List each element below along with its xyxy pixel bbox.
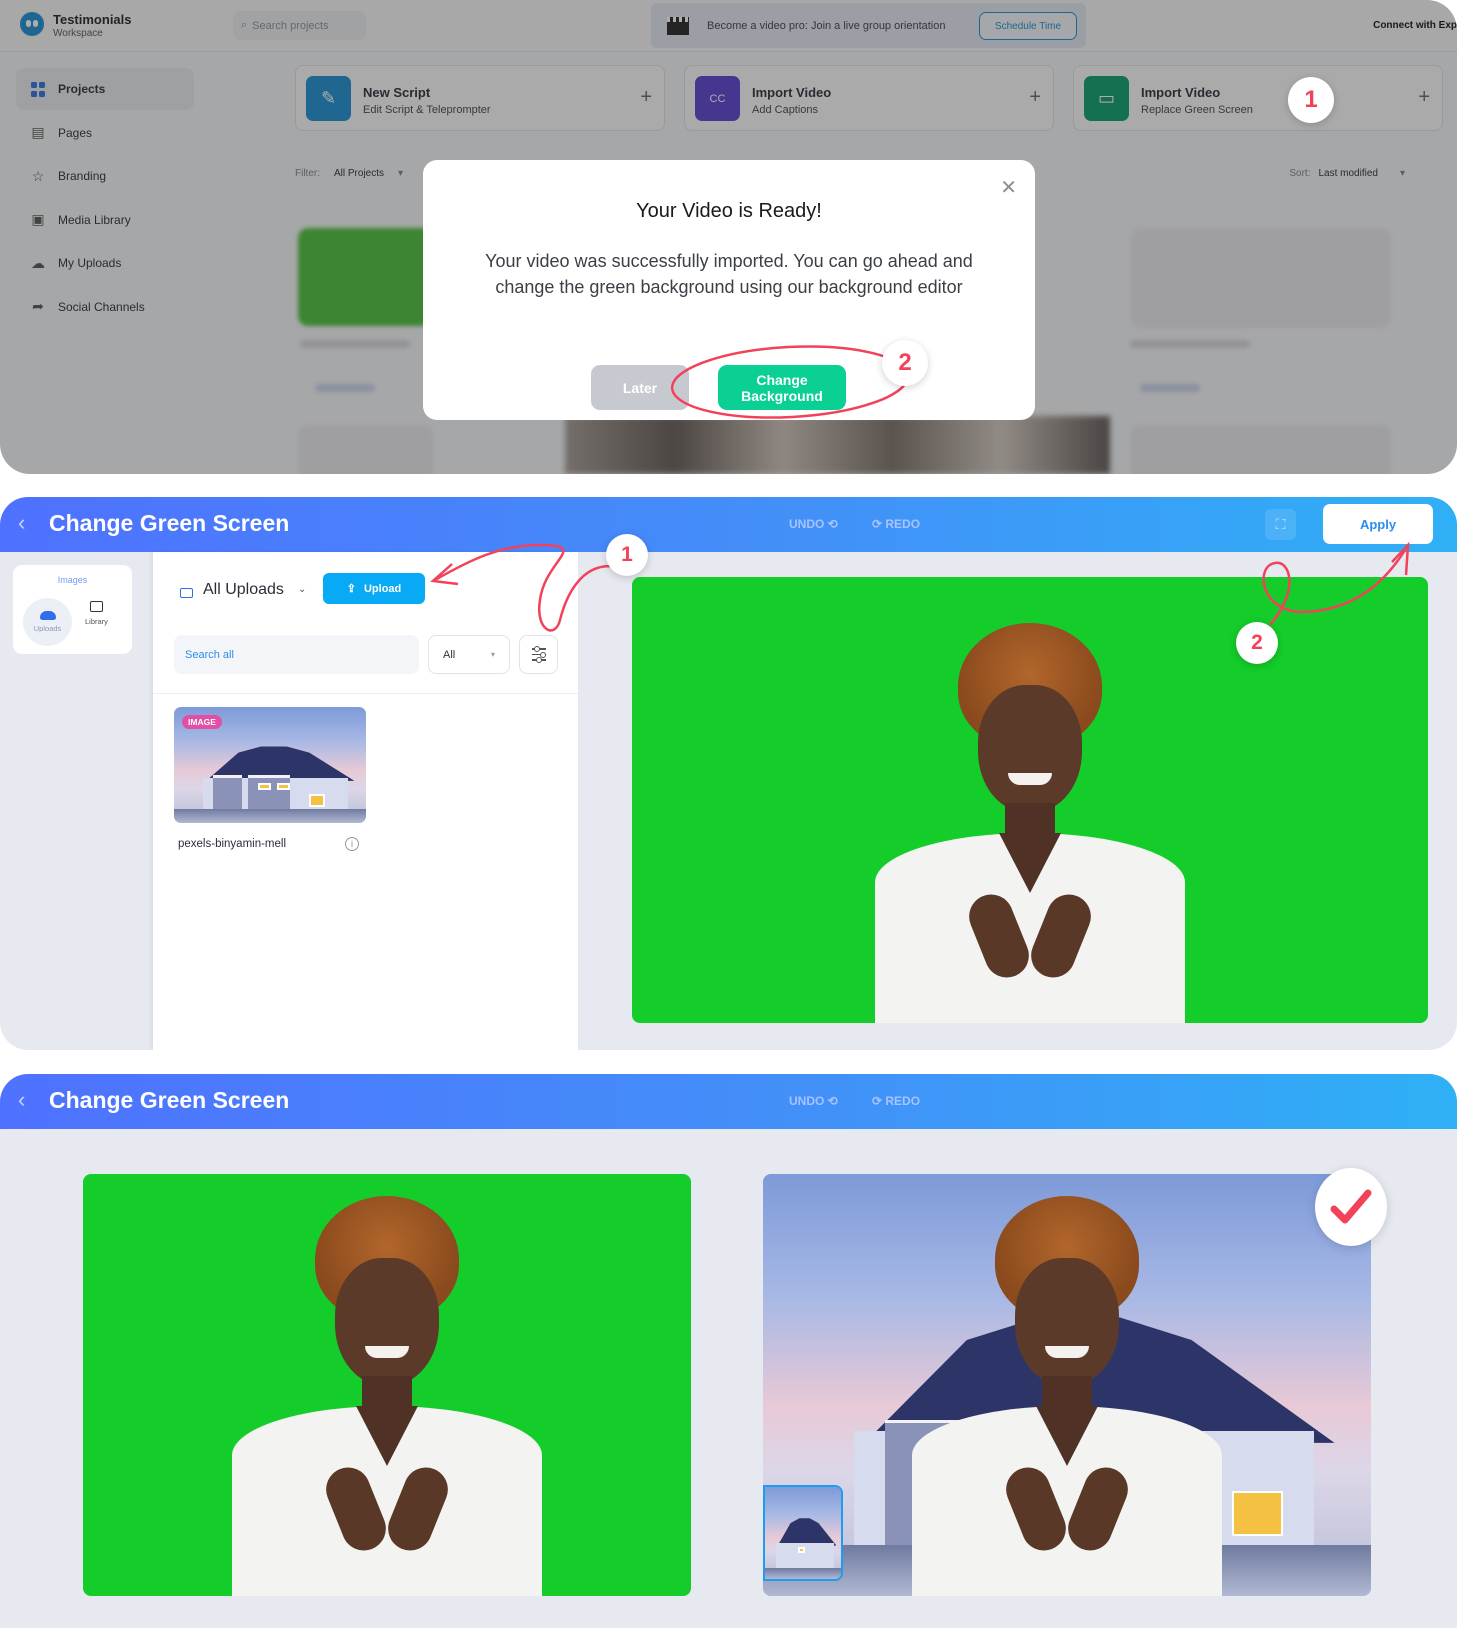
editor-title: Change Green Screen	[49, 1087, 290, 1113]
filter-settings-button[interactable]	[519, 635, 558, 674]
upload-button-label: Upload	[363, 582, 402, 595]
later-button[interactable]: Later	[591, 365, 689, 410]
editor-title: Change Green Screen	[49, 510, 290, 536]
rail-tab-uploads[interactable]: Uploads	[23, 598, 72, 646]
step-badge-2: 2	[882, 340, 928, 386]
search-all-input[interactable]	[174, 635, 419, 674]
image-type-badge: IMAGE	[182, 715, 222, 729]
success-check-badge	[1315, 1168, 1387, 1246]
editor-header: ‹ Change Green Screen UNDO ⟲ ⟳ REDO	[0, 1074, 1457, 1129]
folder-select[interactable]: All Uploads	[203, 581, 284, 599]
before-green-screen-preview	[83, 1174, 691, 1596]
video-ready-modal: ✕ Your Video is Ready! Your video was su…	[423, 160, 1035, 420]
images-tool-rail: Images Uploads Library	[13, 565, 132, 654]
step-badge-1: 1	[1288, 77, 1334, 123]
library-folder-icon	[89, 601, 103, 612]
editor-header: ‹ Change Green Screen UNDO ⟲ ⟳ REDO ⛶ Ap…	[0, 497, 1457, 552]
presenter-video	[912, 1196, 1222, 1596]
redo-button[interactable]: ⟳ REDO	[872, 517, 920, 531]
uploaded-image-thumbnail[interactable]: IMAGE	[174, 707, 366, 823]
editor-panel-uploads: ‹ Change Green Screen UNDO ⟲ ⟳ REDO ⛶ Ap…	[0, 497, 1457, 1050]
uploaded-image-name: pexels-binyamin-mell	[178, 838, 287, 850]
presenter-video	[232, 1196, 542, 1596]
undo-button[interactable]: UNDO ⟲	[789, 1094, 838, 1108]
upload-icon: ⇪	[346, 583, 356, 595]
rail-section-label: Images	[57, 575, 88, 585]
step-badge-1: 1	[606, 534, 648, 576]
presenter-video	[875, 623, 1185, 1023]
chevron-down-icon[interactable]: ⌄	[298, 584, 306, 595]
divider	[153, 693, 578, 694]
dashboard-panel: Testimonials Workspace ⌕ Search projects…	[0, 0, 1457, 474]
modal-message: Your video was successfully imported. Yo…	[485, 251, 973, 297]
back-chevron-icon[interactable]: ‹	[18, 1087, 25, 1113]
project-video-thumbnails	[565, 416, 1110, 474]
type-filter-value: All	[443, 648, 456, 661]
rail-tab-label: Uploads	[33, 624, 62, 633]
modal-title: Your Video is Ready!	[636, 200, 822, 222]
green-screen-preview	[632, 577, 1428, 1023]
checkmark-icon	[1330, 1189, 1372, 1224]
selected-background-thumbnail[interactable]	[763, 1485, 843, 1581]
cloud-upload-icon	[39, 611, 56, 620]
close-icon[interactable]: ✕	[1000, 175, 1017, 200]
rail-tab-label: Library	[85, 617, 108, 626]
type-filter-select[interactable]: All ▾	[428, 635, 510, 674]
rail-tab-library[interactable]: Library	[85, 601, 108, 626]
editor-panel-result: ‹ Change Green Screen UNDO ⟲ ⟳ REDO	[0, 1074, 1457, 1628]
apply-button[interactable]: Apply	[1323, 504, 1433, 544]
change-background-button[interactable]: Change Background	[718, 365, 846, 410]
info-icon[interactable]: i	[345, 837, 359, 851]
fullscreen-icon[interactable]: ⛶	[1265, 509, 1296, 540]
folder-icon	[180, 588, 193, 598]
uploads-panel: All Uploads ⌄ ⇪ Upload All ▾ IMAGE	[153, 552, 578, 1050]
caret-down-icon: ▾	[490, 650, 495, 659]
back-chevron-icon[interactable]: ‹	[18, 510, 25, 536]
step-badge-2: 2	[1236, 622, 1278, 664]
redo-button[interactable]: ⟳ REDO	[872, 1094, 920, 1108]
after-background-preview	[763, 1174, 1371, 1596]
undo-button[interactable]: UNDO ⟲	[789, 517, 838, 531]
upload-button[interactable]: ⇪ Upload	[323, 573, 425, 604]
